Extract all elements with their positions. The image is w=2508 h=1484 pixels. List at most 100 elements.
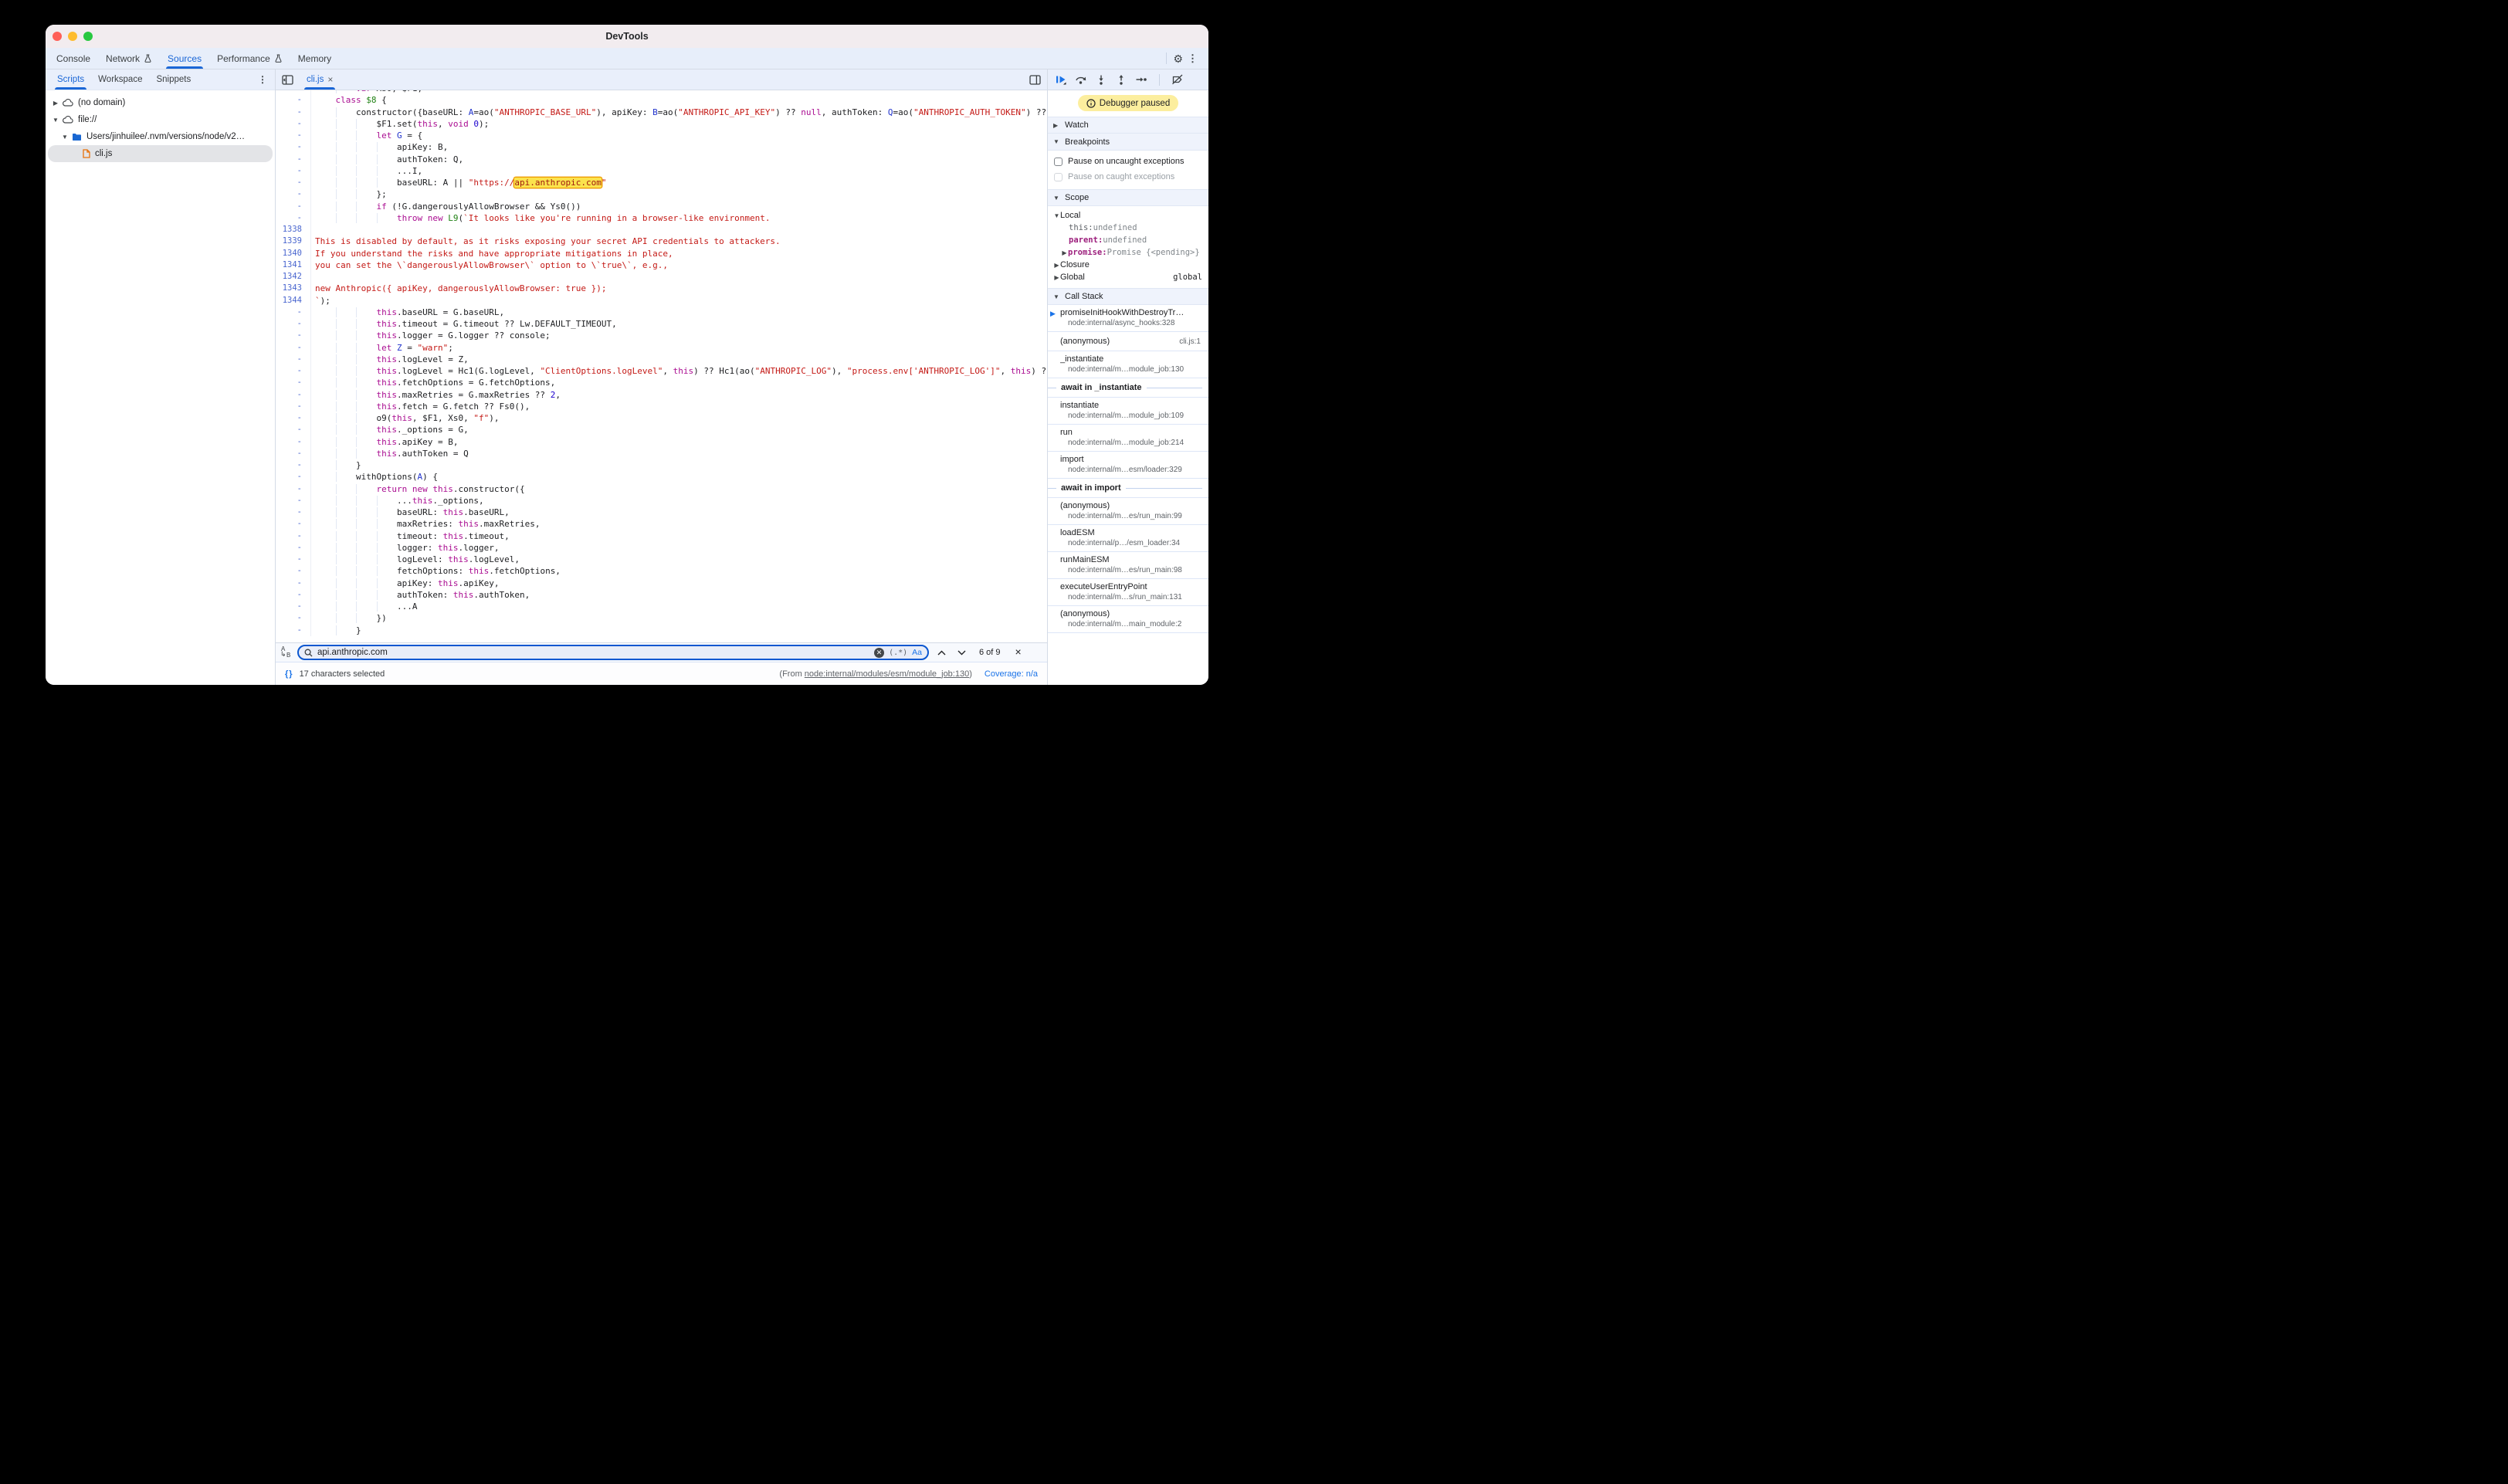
clear-search-icon[interactable]: ✕ — [874, 648, 884, 658]
gutter-line-number[interactable]: 1344 — [276, 295, 311, 307]
gutter-line-number[interactable]: 1339 — [276, 235, 311, 247]
step-out-button[interactable] — [1113, 72, 1130, 87]
code-text[interactable]: ...A — [315, 601, 418, 612]
code-text[interactable]: this.logLevel = Hc1(G.logLevel, "ClientO… — [315, 365, 1047, 377]
code-text[interactable]: let Z = "warn"; — [315, 342, 453, 354]
code-line[interactable]: - this.logLevel = Hc1(G.logLevel, "Clien… — [276, 365, 1047, 377]
code-text[interactable]: return new this.constructor({ — [315, 483, 525, 495]
code-line[interactable]: - ...A — [276, 601, 1047, 612]
gutter-line-number[interactable]: - — [276, 612, 311, 624]
gutter-line-number[interactable]: - — [276, 154, 311, 165]
gutter-line-number[interactable]: - — [276, 495, 311, 507]
code-line[interactable]: - this.baseURL = G.baseURL, — [276, 307, 1047, 318]
gutter-line-number[interactable]: - — [276, 471, 311, 483]
code-line[interactable]: - apiKey: B, — [276, 141, 1047, 153]
close-tab-icon[interactable]: × — [327, 74, 333, 85]
code-line[interactable]: - return new this.constructor({ — [276, 483, 1047, 495]
replace-toggle-icon[interactable]: A↳B — [280, 646, 292, 659]
code-text[interactable]: this.timeout = G.timeout ?? Lw.DEFAULT_T… — [315, 318, 617, 330]
code-line[interactable]: - baseURL: this.baseURL, — [276, 507, 1047, 518]
tree-item-folder[interactable]: ▼ Users/jinhuilee/.nvm/versions/node/v2… — [46, 128, 275, 145]
code-text[interactable]: if (!G.dangerouslyAllowBrowser && Ys0()) — [315, 201, 581, 212]
gutter-line-number[interactable]: 1343 — [276, 283, 311, 294]
chevron-right-icon[interactable]: ▶ — [1061, 249, 1068, 256]
code-line[interactable]: - maxRetries: this.maxRetries, — [276, 518, 1047, 530]
code-line[interactable]: - let Z = "warn"; — [276, 342, 1047, 354]
call-stack-frame[interactable]: importnode:internal/m…esm/loader:329 — [1048, 452, 1208, 479]
source-origin-link[interactable]: node:internal/modules/esm/module_job:130 — [805, 669, 969, 679]
code-text[interactable]: authToken: Q, — [315, 154, 463, 165]
editor-tab-cli-js[interactable]: cli.js × — [300, 69, 340, 90]
code-line[interactable]: - throw new L9(`It looks like you're run… — [276, 212, 1047, 224]
tab-console[interactable]: Console — [49, 48, 98, 69]
gutter-line-number[interactable]: - — [276, 107, 311, 118]
search-input[interactable]: api.anthropic.com ✕ (.*) Aa — [297, 645, 929, 660]
call-stack-frame[interactable]: runnode:internal/m…module_job:214 — [1048, 425, 1208, 452]
call-stack-frame[interactable]: (anonymous)node:internal/m…es/run_main:9… — [1048, 498, 1208, 525]
code-text[interactable]: If you understand the risks and have app… — [315, 248, 673, 259]
tree-item-file-origin[interactable]: ▼ file:// — [46, 111, 275, 128]
code-line[interactable]: - if (!G.dangerouslyAllowBrowser && Ys0(… — [276, 201, 1047, 212]
code-line[interactable]: 1338 — [276, 224, 1047, 235]
chevron-down-icon[interactable]: ▼ — [61, 134, 69, 141]
settings-gear-icon[interactable]: ⚙ — [1173, 53, 1183, 64]
call-stack-frame[interactable]: instantiatenode:internal/m…module_job:10… — [1048, 398, 1208, 425]
navigator-kebab-icon[interactable]: ⋮ — [250, 69, 275, 90]
tab-snippets[interactable]: Snippets — [149, 69, 198, 90]
pause-uncaught-row[interactable]: Pause on uncaught exceptions — [1048, 154, 1208, 169]
step-button[interactable] — [1133, 72, 1150, 87]
code-line[interactable]: - ...this._options, — [276, 495, 1047, 507]
code-line[interactable]: - withOptions(A) { — [276, 471, 1047, 483]
code-line[interactable]: - }) — [276, 612, 1047, 624]
tree-item-cli-js[interactable]: cli.js — [48, 145, 273, 162]
chevron-right-icon[interactable]: ▶ — [1053, 262, 1060, 269]
code-line[interactable]: - apiKey: this.apiKey, — [276, 578, 1047, 589]
code-line[interactable]: 1340If you understand the risks and have… — [276, 248, 1047, 259]
gutter-line-number[interactable]: - — [276, 436, 311, 448]
code-text[interactable]: }) — [315, 612, 387, 624]
gutter-line-number[interactable]: - — [276, 354, 311, 365]
gutter-line-number[interactable]: - — [276, 507, 311, 518]
code-text[interactable]: this.fetchOptions = G.fetchOptions, — [315, 377, 555, 388]
code-line[interactable]: 1342 — [276, 271, 1047, 283]
gutter-line-number[interactable]: - — [276, 589, 311, 601]
code-text[interactable]: logger: this.logger, — [315, 542, 499, 554]
gutter-line-number[interactable]: - — [276, 554, 311, 565]
chevron-down-icon[interactable]: ▼ — [1053, 212, 1060, 219]
gutter-line-number[interactable]: - — [276, 459, 311, 471]
gutter-line-number[interactable]: - — [276, 94, 311, 106]
coverage-link[interactable]: Coverage: n/a — [985, 669, 1038, 679]
code-line[interactable]: - } — [276, 459, 1047, 471]
gutter-line-number[interactable]: - — [276, 483, 311, 495]
code-line[interactable]: - logger: this.logger, — [276, 542, 1047, 554]
code-line[interactable]: - authToken: Q, — [276, 154, 1047, 165]
gutter-line-number[interactable]: - — [276, 424, 311, 435]
code-text[interactable]: this._options = G, — [315, 424, 469, 435]
scope-local[interactable]: ▼ Local — [1048, 209, 1208, 222]
code-text[interactable]: you can set the \`dangerouslyAllowBrowse… — [315, 259, 668, 271]
call-stack-frame[interactable]: runMainESMnode:internal/m…es/run_main:98 — [1048, 552, 1208, 579]
gutter-line-number[interactable]: - — [276, 342, 311, 354]
code-line[interactable]: - }; — [276, 188, 1047, 200]
code-text[interactable]: withOptions(A) { — [315, 471, 438, 483]
close-find-bar-button[interactable]: × — [1011, 645, 1023, 659]
code-text[interactable]: apiKey: this.apiKey, — [315, 578, 499, 589]
code-text[interactable]: this.maxRetries = G.maxRetries ?? 2, — [315, 389, 561, 401]
code-line[interactable]: - fetchOptions: this.fetchOptions, — [276, 565, 1047, 577]
gutter-line-number[interactable]: 1338 — [276, 224, 311, 235]
scope-closure[interactable]: ▶ Closure — [1048, 259, 1208, 271]
previous-match-button[interactable] — [934, 650, 949, 656]
tree-item-no-domain[interactable]: ▶ (no domain) — [46, 94, 275, 111]
chevron-right-icon[interactable]: ▶ — [52, 100, 59, 107]
code-text[interactable]: fetchOptions: this.fetchOptions, — [315, 565, 561, 577]
code-line[interactable]: - this.maxRetries = G.maxRetries ?? 2, — [276, 389, 1047, 401]
code-line[interactable]: - this._options = G, — [276, 424, 1047, 435]
code-line[interactable]: - this.logLevel = Z, — [276, 354, 1047, 365]
code-line[interactable]: - o9(this, $F1, Xs0, "f"), — [276, 412, 1047, 424]
code-text[interactable]: } — [315, 625, 361, 636]
gutter-line-number[interactable]: - — [276, 165, 311, 177]
tab-scripts[interactable]: Scripts — [50, 69, 91, 90]
gutter-line-number[interactable]: - — [276, 530, 311, 542]
call-stack-frame[interactable]: ▶promiseInitHookWithDestroyTr…node:inter… — [1048, 305, 1208, 332]
code-line[interactable]: 1339This is disabled by default, as it r… — [276, 235, 1047, 247]
